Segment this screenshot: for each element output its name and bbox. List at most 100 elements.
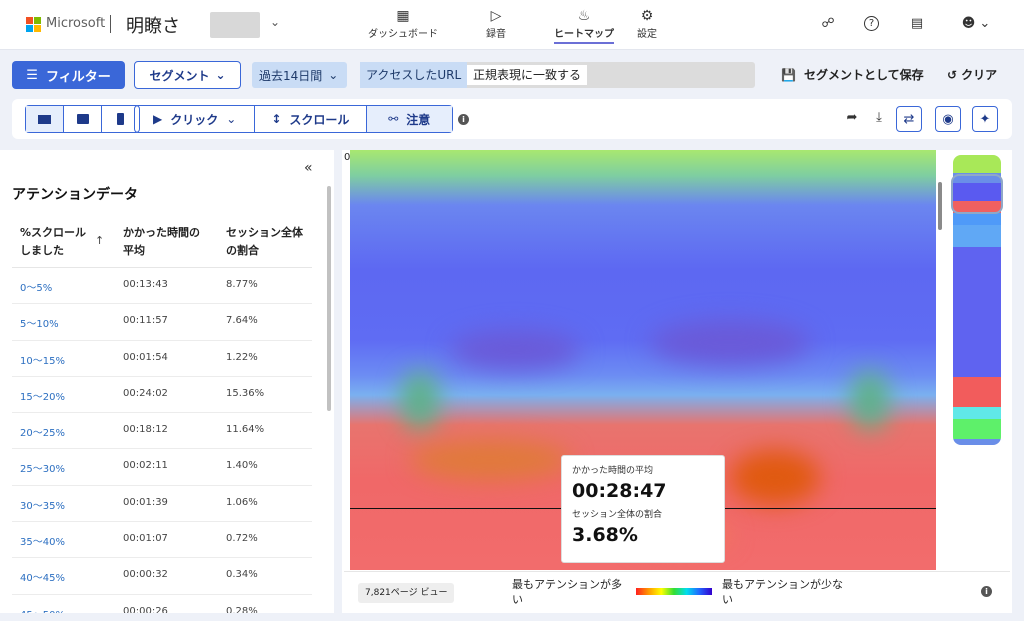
click-mode-label: クリック [170,112,219,127]
row-scroll-range[interactable]: 45〜50% [20,606,65,613]
microsoft-logo-icon [26,17,41,32]
dashboard-icon: ▦ [396,8,410,24]
document-icon[interactable]: ▤ [908,15,926,33]
save-segment-button[interactable]: 💾 セグメントとして保存 [781,66,924,83]
copilot-button[interactable]: ✦ [972,106,998,132]
table-row[interactable]: 45〜50% 00:00:26 0.28% [12,595,312,613]
click-mode-button[interactable]: ▶ クリック ⌄ [135,106,256,132]
table-row[interactable]: 30〜35% 00:01:39 1.06% [12,486,312,523]
screenshot-button[interactable]: ◉ [935,106,961,132]
share-icon[interactable]: ➦ [843,109,861,127]
clear-button[interactable]: ↺ クリア [947,66,997,83]
date-range-label: 過去14日間 [259,68,323,83]
chevron-down-icon: ⌄ [215,68,226,82]
filter-icon: ☰ [26,67,38,83]
save-icon: 💾 [781,67,796,82]
attention-table-body: 0〜5% 00:13:43 8.77% 5〜10% 00:11:57 7.64% 10〜15… [12,268,312,613]
row-avg-time: 00:01:07 [123,533,168,545]
column-header-scroll[interactable]: %スクロールしました [20,224,90,260]
table-header: %スクロールしました ↑ かかった時間の平均 セッション全体の割合 [12,222,312,268]
sparkle-icon: ✦ [979,111,991,127]
row-session-share: 0.28% [226,605,258,613]
minimap-viewport-selector[interactable] [951,174,1003,214]
table-row[interactable]: 5〜10% 00:11:57 7.64% [12,304,312,341]
row-avg-time: 00:02:11 [123,460,168,472]
url-filter-chip[interactable]: アクセスしたURL 正規表現に一致する [360,62,755,88]
tablet-device-button[interactable] [64,106,102,132]
table-row[interactable]: 35〜40% 00:01:07 0.72% [12,522,312,559]
product-name[interactable]: 明瞭さ [126,12,180,38]
segment-label: セグメント [149,68,210,83]
column-header-share[interactable]: セッション全体の割合 [226,224,306,260]
brand-divider [110,15,111,33]
row-scroll-range[interactable]: 25〜30% [20,460,65,475]
table-row[interactable]: 40〜45% 00:00:32 0.34% [12,558,312,595]
nav-recordings[interactable]: ▷ 録音 [482,7,510,40]
table-row[interactable]: 25〜30% 00:02:11 1.40% [12,449,312,486]
mobile-icon [117,113,124,125]
page-views-badge: 7,821ページ ビュー [358,583,455,603]
chevron-down-icon: ⌄ [226,112,237,126]
row-avg-time: 00:01:54 [123,351,168,363]
row-avg-time: 00:24:02 [123,387,168,399]
row-scroll-range[interactable]: 15〜20% [20,388,65,403]
chevron-down-icon[interactable]: ⌄ [270,15,280,29]
segment-dropdown[interactable]: セグメント ⌄ [134,61,241,89]
account-icon[interactable]: ☻ ⌄ [961,15,991,33]
table-row[interactable]: 20〜25% 00:18:12 11.64% [12,413,312,450]
row-scroll-range[interactable]: 30〜35% [20,497,65,512]
table-row[interactable]: 15〜20% 00:24:02 15.36% [12,377,312,414]
date-range-chip[interactable]: 過去14日間 ⌄ [252,62,347,88]
nav-heatmaps[interactable]: ♨ ヒートマップ [552,7,616,44]
row-scroll-range[interactable]: 5〜10% [20,315,59,330]
share-network-icon[interactable]: ☍ [819,15,837,33]
row-scroll-range[interactable]: 40〜45% [20,569,65,584]
collapse-panel-icon[interactable]: « [304,160,313,176]
panel-title: アテンションデータ [12,187,138,203]
nav-dashboard[interactable]: ▦ ダッシュボード [366,7,440,40]
table-row[interactable]: 10〜15% 00:01:54 1.22% [12,341,312,377]
company-name: Microsoft [46,16,106,31]
heat-blob [850,370,890,430]
row-avg-time: 00:01:39 [123,496,168,508]
tablet-icon [76,114,89,124]
project-selector[interactable] [210,12,260,38]
column-header-time[interactable]: かかった時間の平均 [123,224,203,260]
nav-settings[interactable]: ⚙ 設定 [634,7,660,40]
row-session-share: 1.40% [226,460,258,472]
row-scroll-range[interactable]: 20〜25% [20,424,65,439]
panel-scrollbar[interactable] [327,186,331,411]
gear-icon: ⚙ [640,8,654,24]
scroll-icon: ↕ [271,112,282,126]
attention-mode-button[interactable]: ⚯ 注意 [366,106,452,132]
nav-settings-label: 設定 [637,29,657,40]
url-filter-operator: 正規表現に一致する [467,65,588,85]
heatmap-scrollbar[interactable] [938,182,942,230]
row-scroll-range[interactable]: 0〜5% [20,279,52,294]
filter-bar: ☰ フィルター セグメント ⌄ 過去14日間 ⌄ アクセスしたURL 正規表現に… [0,56,1024,94]
pointer-icon: ▶ [152,112,163,126]
row-scroll-range[interactable]: 10〜15% [20,352,65,367]
desktop-device-button[interactable] [26,106,64,132]
help-icon[interactable]: ? [864,16,879,31]
swap-icon: ⇄ [903,111,915,127]
info-icon[interactable]: i [981,586,992,597]
info-icon[interactable]: i [458,114,469,125]
table-row[interactable]: 0〜5% 00:13:43 8.77% [12,268,312,305]
row-session-share: 0.34% [226,569,258,581]
compare-button[interactable]: ⇄ [896,106,922,132]
download-icon[interactable]: ⤓ [870,109,888,127]
row-avg-time: 00:00:26 [123,605,168,613]
row-avg-time: 00:18:12 [123,424,168,436]
save-segment-label: セグメントとして保存 [803,68,924,82]
camera-icon: ◉ [942,111,954,127]
row-scroll-range[interactable]: 35〜40% [20,533,65,548]
filter-button[interactable]: ☰ フィルター [12,61,125,89]
sort-ascending-icon[interactable]: ↑ [95,234,104,247]
nav-recordings-label: 録音 [486,29,506,40]
heat-blob [410,440,570,480]
scroll-mode-button[interactable]: ↕ スクロール [255,106,367,132]
row-session-share: 8.77% [226,279,258,290]
url-filter-key: アクセスしたURL [360,62,468,88]
row-avg-time: 00:11:57 [123,315,168,327]
